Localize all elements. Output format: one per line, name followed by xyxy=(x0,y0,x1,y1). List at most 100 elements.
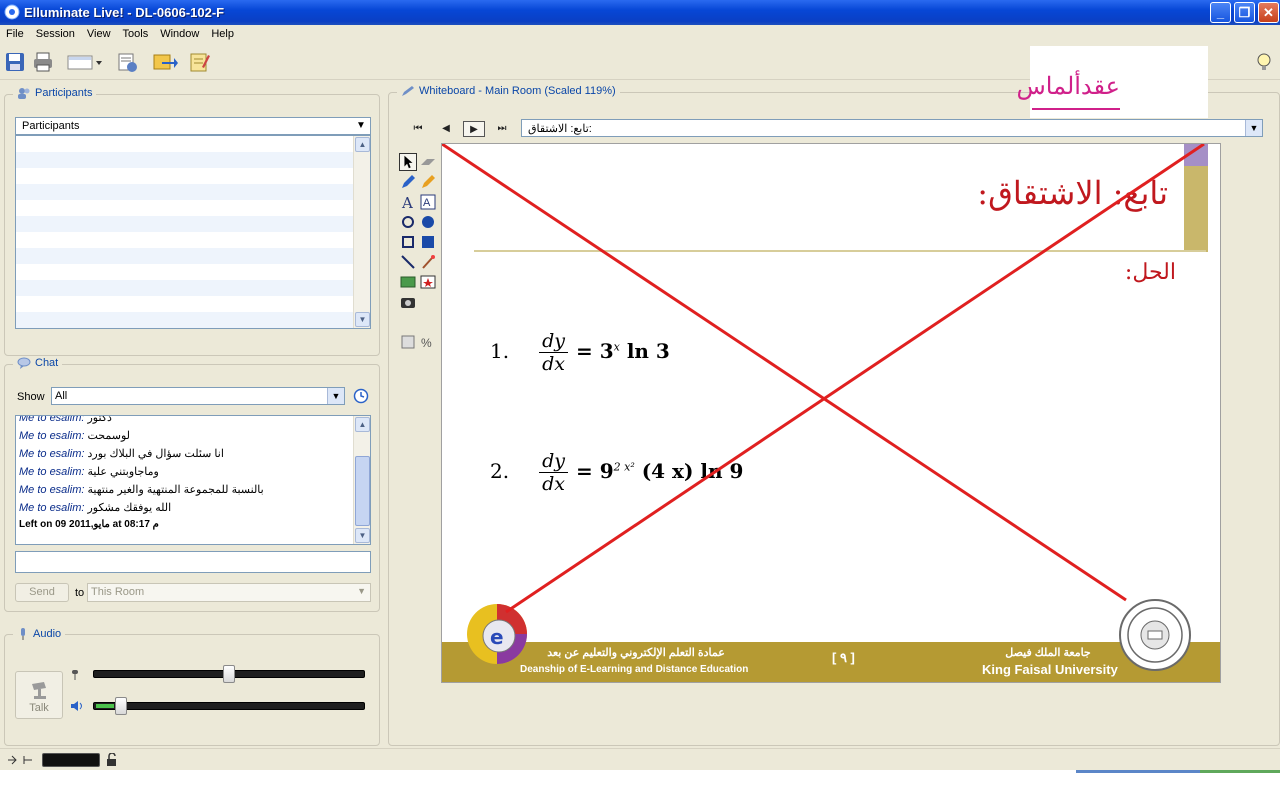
microphone-volume-slider[interactable] xyxy=(93,665,365,683)
fit-page-icon[interactable] xyxy=(399,333,417,351)
list-item xyxy=(16,200,370,216)
participants-scrollbar[interactable]: ▲ ▼ xyxy=(353,136,370,328)
clipart-icon[interactable] xyxy=(419,273,437,291)
preferences-icon[interactable] xyxy=(116,51,138,73)
scroll-up-icon[interactable]: ▲ xyxy=(355,417,370,432)
elluminate-logo-icon xyxy=(4,4,20,20)
rectangle-icon[interactable] xyxy=(399,233,417,251)
menu-window[interactable]: Window xyxy=(154,25,205,40)
participants-list-header[interactable]: Participants ▼ xyxy=(15,117,371,135)
select-arrow-icon[interactable] xyxy=(399,153,417,171)
whiteboard-navigation: ⏮ ◀ ▶ ⏭ xyxy=(407,121,513,137)
send-button[interactable]: Send xyxy=(15,583,69,602)
menu-file[interactable]: File xyxy=(0,25,30,40)
menu-bar: File Session View Tools Window Help xyxy=(0,25,1280,44)
chat-message: Me to esalim: لوسمحت xyxy=(19,430,130,442)
status-bar xyxy=(0,748,1280,770)
scroll-down-icon[interactable]: ▼ xyxy=(355,312,370,327)
filled-rectangle-icon[interactable] xyxy=(419,233,437,251)
svg-text:A: A xyxy=(423,197,431,209)
last-page-icon[interactable]: ⏭ xyxy=(491,121,513,137)
layout-menu-icon[interactable] xyxy=(66,51,106,73)
print-icon[interactable] xyxy=(32,51,54,73)
text-tool-icon[interactable]: A xyxy=(399,193,417,211)
chevron-down-icon[interactable]: ▼ xyxy=(1245,120,1262,136)
participants-panel-title: Participants xyxy=(13,87,97,99)
transfer-icon[interactable] xyxy=(152,51,178,73)
clock-icon[interactable] xyxy=(353,388,369,404)
show-filter-select[interactable]: All ▼ xyxy=(51,387,345,405)
image-icon[interactable] xyxy=(399,273,417,291)
talk-microphone-icon xyxy=(32,682,46,699)
whiteboard-panel-title: Whiteboard - Main Room (Scaled 119%) xyxy=(397,85,620,97)
ellipse-icon[interactable] xyxy=(399,213,417,231)
notes-icon[interactable] xyxy=(188,51,210,73)
scroll-thumb[interactable] xyxy=(355,456,370,526)
chevron-down-icon[interactable]: ▼ xyxy=(357,586,366,596)
list-item xyxy=(16,136,370,152)
menu-view[interactable]: View xyxy=(81,25,117,40)
minimize-button[interactable]: _ xyxy=(1210,2,1231,23)
close-button[interactable]: ✕ xyxy=(1258,2,1279,23)
slider-thumb[interactable] xyxy=(223,665,235,683)
handwritten-name: عقدألماس xyxy=(1016,72,1120,100)
save-icon[interactable] xyxy=(4,51,26,73)
connection-icon xyxy=(8,755,32,765)
play-icon[interactable]: ▶ xyxy=(463,121,485,137)
name-overlay-image: عقدألماس xyxy=(1016,46,1208,118)
whiteboard-slide[interactable]: تابع: الاشتقاق: الحل: 1. dy dx = 3x ln 3 2.… xyxy=(441,143,1221,683)
page-select[interactable]: تابع: الاشتقاق: ▼ xyxy=(521,119,1263,137)
talk-button[interactable]: Talk xyxy=(15,671,63,719)
first-page-icon[interactable]: ⏮ xyxy=(407,121,429,137)
text-box-icon[interactable]: A xyxy=(419,193,437,211)
pen-tool-icon[interactable] xyxy=(399,173,417,191)
chat-message-input[interactable] xyxy=(15,551,371,573)
highlighter-icon[interactable] xyxy=(419,173,437,191)
scroll-down-icon[interactable]: ▼ xyxy=(355,528,370,543)
magic-wand-icon[interactable] xyxy=(419,253,437,271)
microphone-icon xyxy=(21,628,25,640)
speaker-volume-slider[interactable] xyxy=(93,697,365,715)
list-item xyxy=(16,264,370,280)
audio-panel: Audio Talk xyxy=(4,627,380,746)
menu-help[interactable]: Help xyxy=(205,25,240,40)
chat-bubble-icon xyxy=(17,357,31,369)
list-item xyxy=(16,312,370,328)
annotation-line-2 xyxy=(505,144,1205,614)
unlock-icon[interactable] xyxy=(105,753,119,767)
chat-message: Me to esalim: دكتور xyxy=(19,415,112,424)
annotation-cross xyxy=(442,144,1205,614)
chevron-down-icon[interactable]: ▼ xyxy=(327,388,344,404)
chat-log[interactable]: Me to esalim: دكتور Me to esalim: لوسمحت… xyxy=(15,415,371,545)
screen-capture-icon[interactable] xyxy=(399,293,417,311)
restore-button[interactable]: ❐ xyxy=(1234,2,1255,23)
main-area: Participants Participants ▼ ▲ ▼ Chat Sho… xyxy=(0,80,1280,748)
participants-icon xyxy=(18,88,30,99)
help-tip-icon[interactable] xyxy=(1254,51,1276,73)
title-bar: Elluminate Live! - DL-0606-102-F _ ❐ ✕ xyxy=(0,0,1280,25)
scale-icon[interactable]: % xyxy=(419,333,437,351)
svg-text:%: % xyxy=(421,336,432,350)
participants-panel: Participants Participants ▼ ▲ ▼ xyxy=(4,87,380,356)
to-label: to xyxy=(75,587,85,599)
chat-panel-title: Chat xyxy=(13,357,63,369)
eraser-icon[interactable] xyxy=(419,153,437,171)
speaker-level-fill xyxy=(96,704,114,708)
list-item xyxy=(16,232,370,248)
activity-meter xyxy=(42,753,100,767)
line-icon[interactable] xyxy=(399,253,417,271)
chat-scrollbar[interactable]: ▲ ▼ xyxy=(353,416,370,544)
menu-session[interactable]: Session xyxy=(30,25,81,40)
slider-thumb[interactable] xyxy=(115,697,127,715)
pen-icon xyxy=(402,86,414,96)
chat-message: Me to esalim: بالنسبة للمجموعة المنتهية … xyxy=(19,484,264,496)
filled-ellipse-icon[interactable] xyxy=(419,213,437,231)
recipient-select[interactable]: This Room ▼ xyxy=(87,583,371,602)
scroll-up-icon[interactable]: ▲ xyxy=(355,137,370,152)
menu-tools[interactable]: Tools xyxy=(117,25,155,40)
list-item xyxy=(16,216,370,232)
window-title: Elluminate Live! - DL-0606-102-F xyxy=(24,5,225,20)
previous-page-icon[interactable]: ◀ xyxy=(435,121,457,137)
participants-list[interactable]: ▲ ▼ xyxy=(15,135,371,329)
chevron-down-icon[interactable]: ▼ xyxy=(352,118,370,134)
